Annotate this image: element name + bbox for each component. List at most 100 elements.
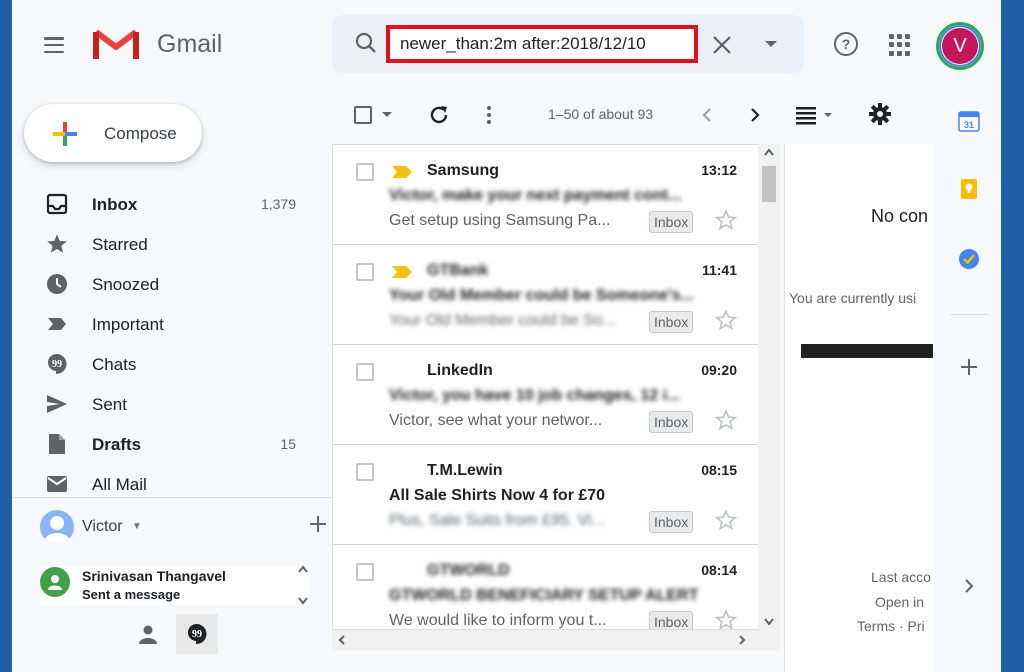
main-menu-button[interactable] xyxy=(42,33,66,57)
row-checkbox[interactable] xyxy=(356,563,374,581)
search-icon[interactable] xyxy=(354,31,378,55)
row-checkbox[interactable] xyxy=(356,263,374,281)
star-outline-icon[interactable] xyxy=(715,509,737,531)
important-icon xyxy=(48,318,66,330)
hangouts-user[interactable]: Victor ▼ xyxy=(40,508,326,546)
conversations-tab[interactable]: 99 xyxy=(176,614,218,654)
email-row[interactable]: Samsung 13:12 Victor, make your next pay… xyxy=(333,145,771,245)
email-sender: LinkedIn xyxy=(427,362,493,379)
search-options-caret-icon[interactable] xyxy=(762,35,780,53)
contact-status: Sent a message xyxy=(82,587,181,602)
person-avatar-icon xyxy=(44,516,70,544)
email-time: 13:12 xyxy=(701,162,737,178)
apps-grid-icon[interactable] xyxy=(889,34,911,56)
calendar-icon[interactable]: 31 xyxy=(958,110,980,132)
inbox-label-badge[interactable]: Inbox xyxy=(649,511,694,533)
last-activity-text: Last acco xyxy=(871,569,931,585)
side-panel-divider xyxy=(950,314,988,315)
hangouts-contact[interactable]: Srinivasan Thangavel Sent a message xyxy=(40,565,310,605)
add-contact-icon[interactable] xyxy=(308,514,328,534)
select-all-checkbox[interactable] xyxy=(354,106,372,124)
hangouts-user-name: Victor xyxy=(82,518,123,535)
important-marker-icon[interactable] xyxy=(391,165,413,179)
gmail-logo-icon[interactable] xyxy=(92,26,140,62)
search-input[interactable] xyxy=(386,25,698,63)
email-snippet: Get setup using Samsung Pa... xyxy=(389,212,611,229)
row-checkbox[interactable] xyxy=(356,463,374,481)
email-subject: Victor, you have 10 job changes, 12 i... xyxy=(389,387,681,404)
email-snippet: Plus, Sale Suits from £95. Vi... xyxy=(389,512,605,529)
side-panel: 31 xyxy=(934,86,1001,672)
email-sender: Samsung xyxy=(427,162,500,179)
chevron-left-icon[interactable] xyxy=(698,106,716,124)
tasks-icon[interactable] xyxy=(958,248,980,270)
reading-pane-title: No con xyxy=(871,206,929,226)
email-list-horizontal-scrollbar[interactable] xyxy=(332,630,780,650)
sidebar-item-starred[interactable]: Starred xyxy=(12,224,332,264)
scroll-down-arrow-icon[interactable] xyxy=(758,612,780,630)
hangouts-avatar xyxy=(40,510,74,544)
menu-icon-line xyxy=(44,37,64,40)
help-icon[interactable]: ? xyxy=(832,30,860,58)
more-vert-icon[interactable] xyxy=(486,104,492,126)
inbox-label-badge[interactable]: Inbox xyxy=(649,411,694,433)
row-checkbox[interactable] xyxy=(356,163,374,181)
svg-text:?: ? xyxy=(842,36,851,52)
get-addons-plus-icon[interactable] xyxy=(960,358,978,376)
clear-search-icon[interactable] xyxy=(710,33,734,57)
storage-bar xyxy=(801,344,933,358)
compose-button[interactable]: Compose xyxy=(24,104,202,162)
sidebar-item-label: Chats xyxy=(92,355,137,374)
sidebar-item-sent[interactable]: Sent xyxy=(12,384,332,424)
select-options-caret-icon[interactable] xyxy=(382,112,392,117)
clock-icon xyxy=(47,274,67,294)
contact-name: Srinivasan Thangavel xyxy=(82,568,226,584)
avatar-letter: V xyxy=(942,28,978,64)
sidebar-item-drafts[interactable]: Drafts 15 xyxy=(12,424,332,464)
inbox-label-badge[interactable]: Inbox xyxy=(649,311,694,333)
contacts-tab-icon[interactable] xyxy=(136,622,160,646)
inbox-label-badge[interactable]: Inbox xyxy=(649,211,694,233)
sidebar-item-chats[interactable]: 99 Chats xyxy=(12,344,332,384)
chevron-right-icon[interactable] xyxy=(746,106,764,124)
email-row[interactable]: GTWORLD 08:14 GTWORLD BENEFICIARY SETUP … xyxy=(333,545,771,630)
contacts-scroll-arrows-icon[interactable] xyxy=(296,560,310,610)
chevron-down-icon[interactable]: ▼ xyxy=(132,521,142,532)
email-row[interactable]: GTBank 11:41 Your Old Member could be So… xyxy=(333,245,771,345)
star-outline-icon[interactable] xyxy=(715,609,737,630)
inbox-label-badge[interactable]: Inbox xyxy=(649,611,694,629)
email-snippet: Victor, see what your networ... xyxy=(389,412,603,429)
email-row[interactable]: T.M.Lewin 08:15 All Sale Shirts Now 4 fo… xyxy=(333,445,771,545)
keep-icon[interactable] xyxy=(958,178,980,200)
storage-usage-text: You are currently usi xyxy=(789,290,917,306)
mail-icon xyxy=(47,476,67,492)
scroll-right-arrow-icon[interactable] xyxy=(734,632,750,648)
star-outline-icon[interactable] xyxy=(715,409,737,431)
compose-plus-icon xyxy=(53,122,77,146)
sidebar-nav: Inbox 1,379 Starred Snoozed Important 99… xyxy=(12,184,332,504)
gmail-brand[interactable]: Gmail xyxy=(157,30,222,59)
sidebar-item-snoozed[interactable]: Snoozed xyxy=(12,264,332,304)
sidebar-item-all-mail[interactable]: All Mail xyxy=(12,464,332,504)
star-outline-icon[interactable] xyxy=(715,209,737,231)
sidebar-item-inbox[interactable]: Inbox 1,379 xyxy=(12,184,332,224)
hangouts-quote-icon: 99 xyxy=(187,623,207,645)
refresh-icon[interactable] xyxy=(428,104,450,126)
star-outline-icon[interactable] xyxy=(715,309,737,331)
scroll-left-arrow-icon[interactable] xyxy=(334,632,350,648)
row-checkbox[interactable] xyxy=(356,363,374,381)
scroll-up-arrow-icon[interactable] xyxy=(758,144,780,162)
email-list-vertical-scrollbar[interactable] xyxy=(758,144,780,630)
sidebar-item-important[interactable]: Important xyxy=(12,304,332,344)
email-row[interactable]: LinkedIn 09:20 Victor, you have 10 job c… xyxy=(333,345,771,445)
settings-gear-icon[interactable] xyxy=(868,102,892,126)
terms-link[interactable]: Terms · Pri xyxy=(857,618,925,634)
account-avatar[interactable]: V xyxy=(936,22,984,70)
scrollbar-thumb[interactable] xyxy=(762,166,776,202)
sidebar-item-label: Snoozed xyxy=(92,275,160,294)
chevron-right-icon[interactable] xyxy=(962,578,976,594)
important-marker-icon[interactable] xyxy=(391,265,413,279)
sidebar-item-label: Starred xyxy=(92,235,148,254)
split-pane-toggle-icon[interactable] xyxy=(794,104,836,126)
contact-avatar xyxy=(40,567,70,597)
